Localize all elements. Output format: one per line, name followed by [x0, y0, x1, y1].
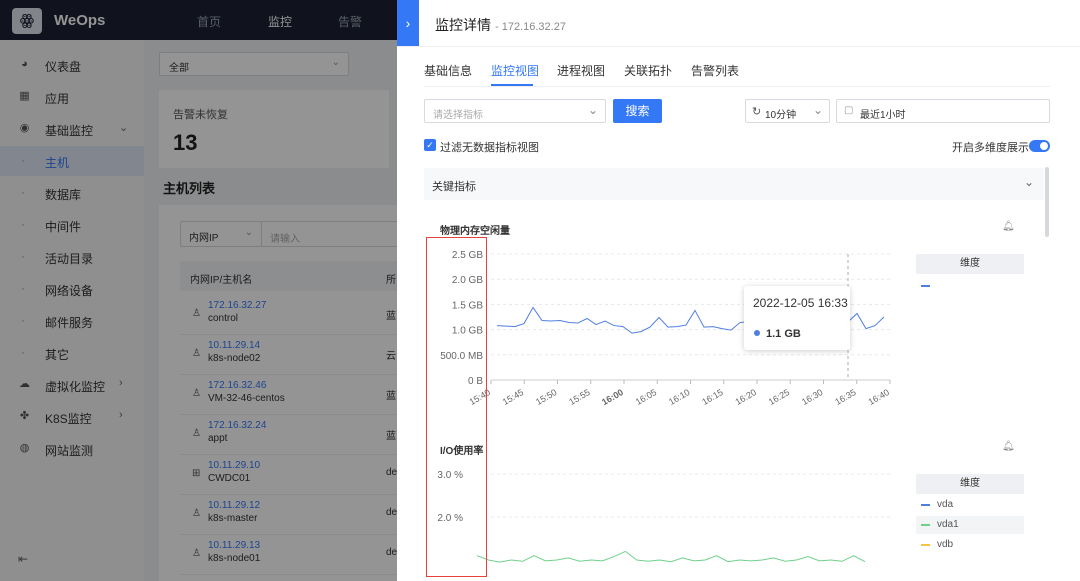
x-tick-label: 16:40 [866, 387, 891, 407]
highlight-annotation-box [426, 237, 487, 577]
x-tick-label: 16:30 [800, 387, 825, 407]
tooltip-time: 2022-12-05 16:33 [753, 296, 848, 310]
x-tick-label: 15:45 [501, 387, 526, 407]
x-tick-label: 16:05 [634, 387, 659, 407]
chart-tooltip: 2022-12-05 16:33 1.1 GB [744, 286, 850, 350]
x-tick-label: 15:55 [567, 387, 592, 407]
tooltip-dot [754, 330, 760, 336]
x-tick-label: 16:00 [600, 387, 625, 407]
tooltip-value: 1.1 GB [766, 328, 801, 340]
charts-canvas: 2.5 GB2.0 GB1.5 GB1.0 GB500.0 MB0 B15:40… [437, 250, 891, 563]
x-tick-label: 16:10 [667, 387, 692, 407]
x-tick-label: 16:35 [833, 387, 858, 407]
x-tick-label: 16:20 [733, 387, 758, 407]
x-tick-label: 16:15 [700, 387, 725, 407]
x-tick-label: 15:50 [534, 387, 559, 407]
x-tick-label: 16:25 [767, 387, 792, 407]
series-line-vda1 [476, 550, 866, 563]
